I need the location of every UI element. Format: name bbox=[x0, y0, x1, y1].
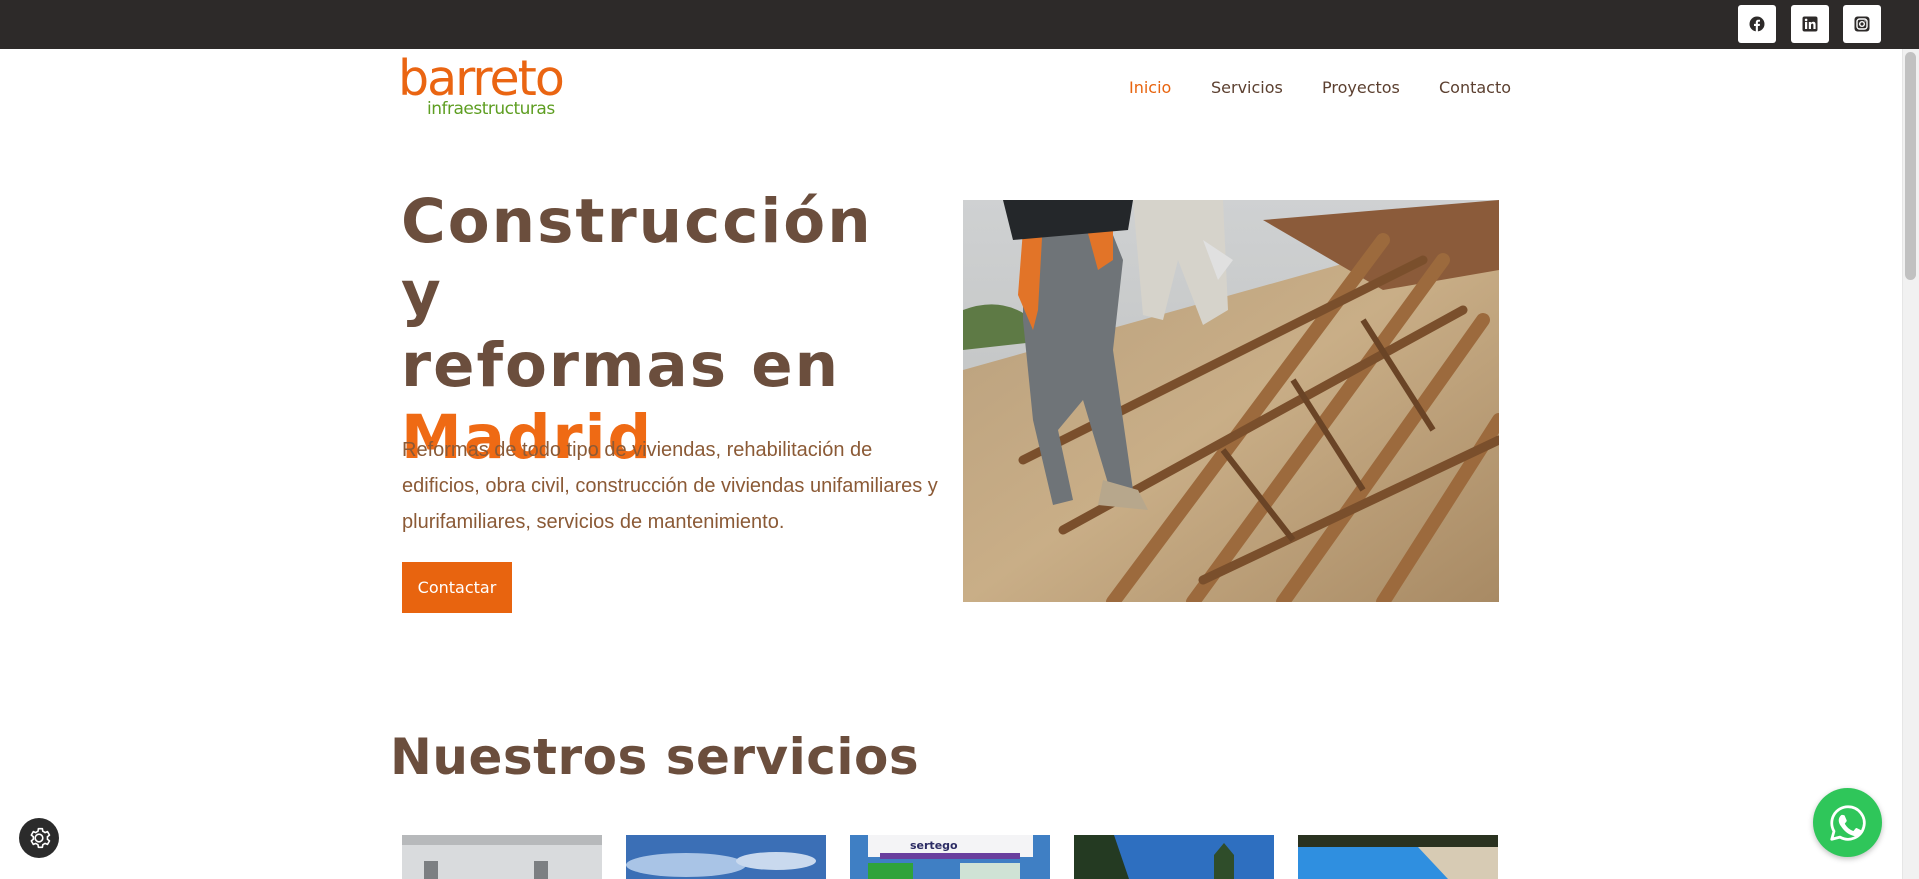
whatsapp-icon bbox=[1829, 804, 1866, 841]
service-card-interior[interactable] bbox=[402, 835, 602, 879]
hero-description: Reformas de todo tipo de viviendas, reha… bbox=[402, 439, 938, 533]
service-card-pool[interactable] bbox=[1298, 835, 1498, 879]
sky-building-image bbox=[626, 835, 826, 879]
sertego-sign-image: sertego bbox=[850, 835, 1050, 879]
service-card-trees[interactable] bbox=[1074, 835, 1274, 879]
top-bar bbox=[0, 0, 1919, 49]
swimming-pool-image bbox=[1298, 835, 1498, 879]
trees-sky-image bbox=[1074, 835, 1274, 879]
linkedin-icon bbox=[1802, 16, 1818, 32]
hero-title-line-1: Construcción y bbox=[401, 186, 873, 329]
instagram-link[interactable] bbox=[1843, 5, 1881, 43]
logo-tagline: infraestructuras bbox=[427, 99, 555, 119]
facebook-icon bbox=[1749, 16, 1765, 32]
interior-ceiling-image bbox=[402, 835, 602, 879]
nav-inicio[interactable]: Inicio bbox=[1129, 78, 1171, 100]
sertego-brand-text: sertego bbox=[910, 839, 958, 852]
instagram-icon bbox=[1854, 16, 1870, 32]
roof-construction-photo bbox=[963, 200, 1499, 602]
services-title: Nuestros servicios bbox=[390, 728, 920, 786]
hero-photo bbox=[963, 200, 1499, 602]
nav-proyectos[interactable]: Proyectos bbox=[1322, 78, 1400, 100]
cookie-settings-button[interactable] bbox=[19, 818, 59, 858]
hero-title: Construcción y reformas en Madrid bbox=[401, 186, 921, 474]
hero-title-line-2: reformas en bbox=[401, 330, 841, 401]
gear-icon bbox=[30, 827, 51, 849]
nav-contacto[interactable]: Contacto bbox=[1439, 78, 1511, 100]
service-card-building[interactable] bbox=[626, 835, 826, 879]
brand-logo[interactable]: barreto infraestructuras bbox=[398, 50, 568, 121]
whatsapp-button[interactable] bbox=[1813, 788, 1882, 857]
scrollbar-thumb[interactable] bbox=[1905, 52, 1916, 280]
service-card-sertego[interactable]: sertego bbox=[850, 835, 1050, 879]
nav-servicios[interactable]: Servicios bbox=[1211, 78, 1283, 100]
contact-button[interactable]: Contactar bbox=[402, 562, 512, 613]
facebook-link[interactable] bbox=[1738, 5, 1776, 43]
linkedin-link[interactable] bbox=[1791, 5, 1829, 43]
